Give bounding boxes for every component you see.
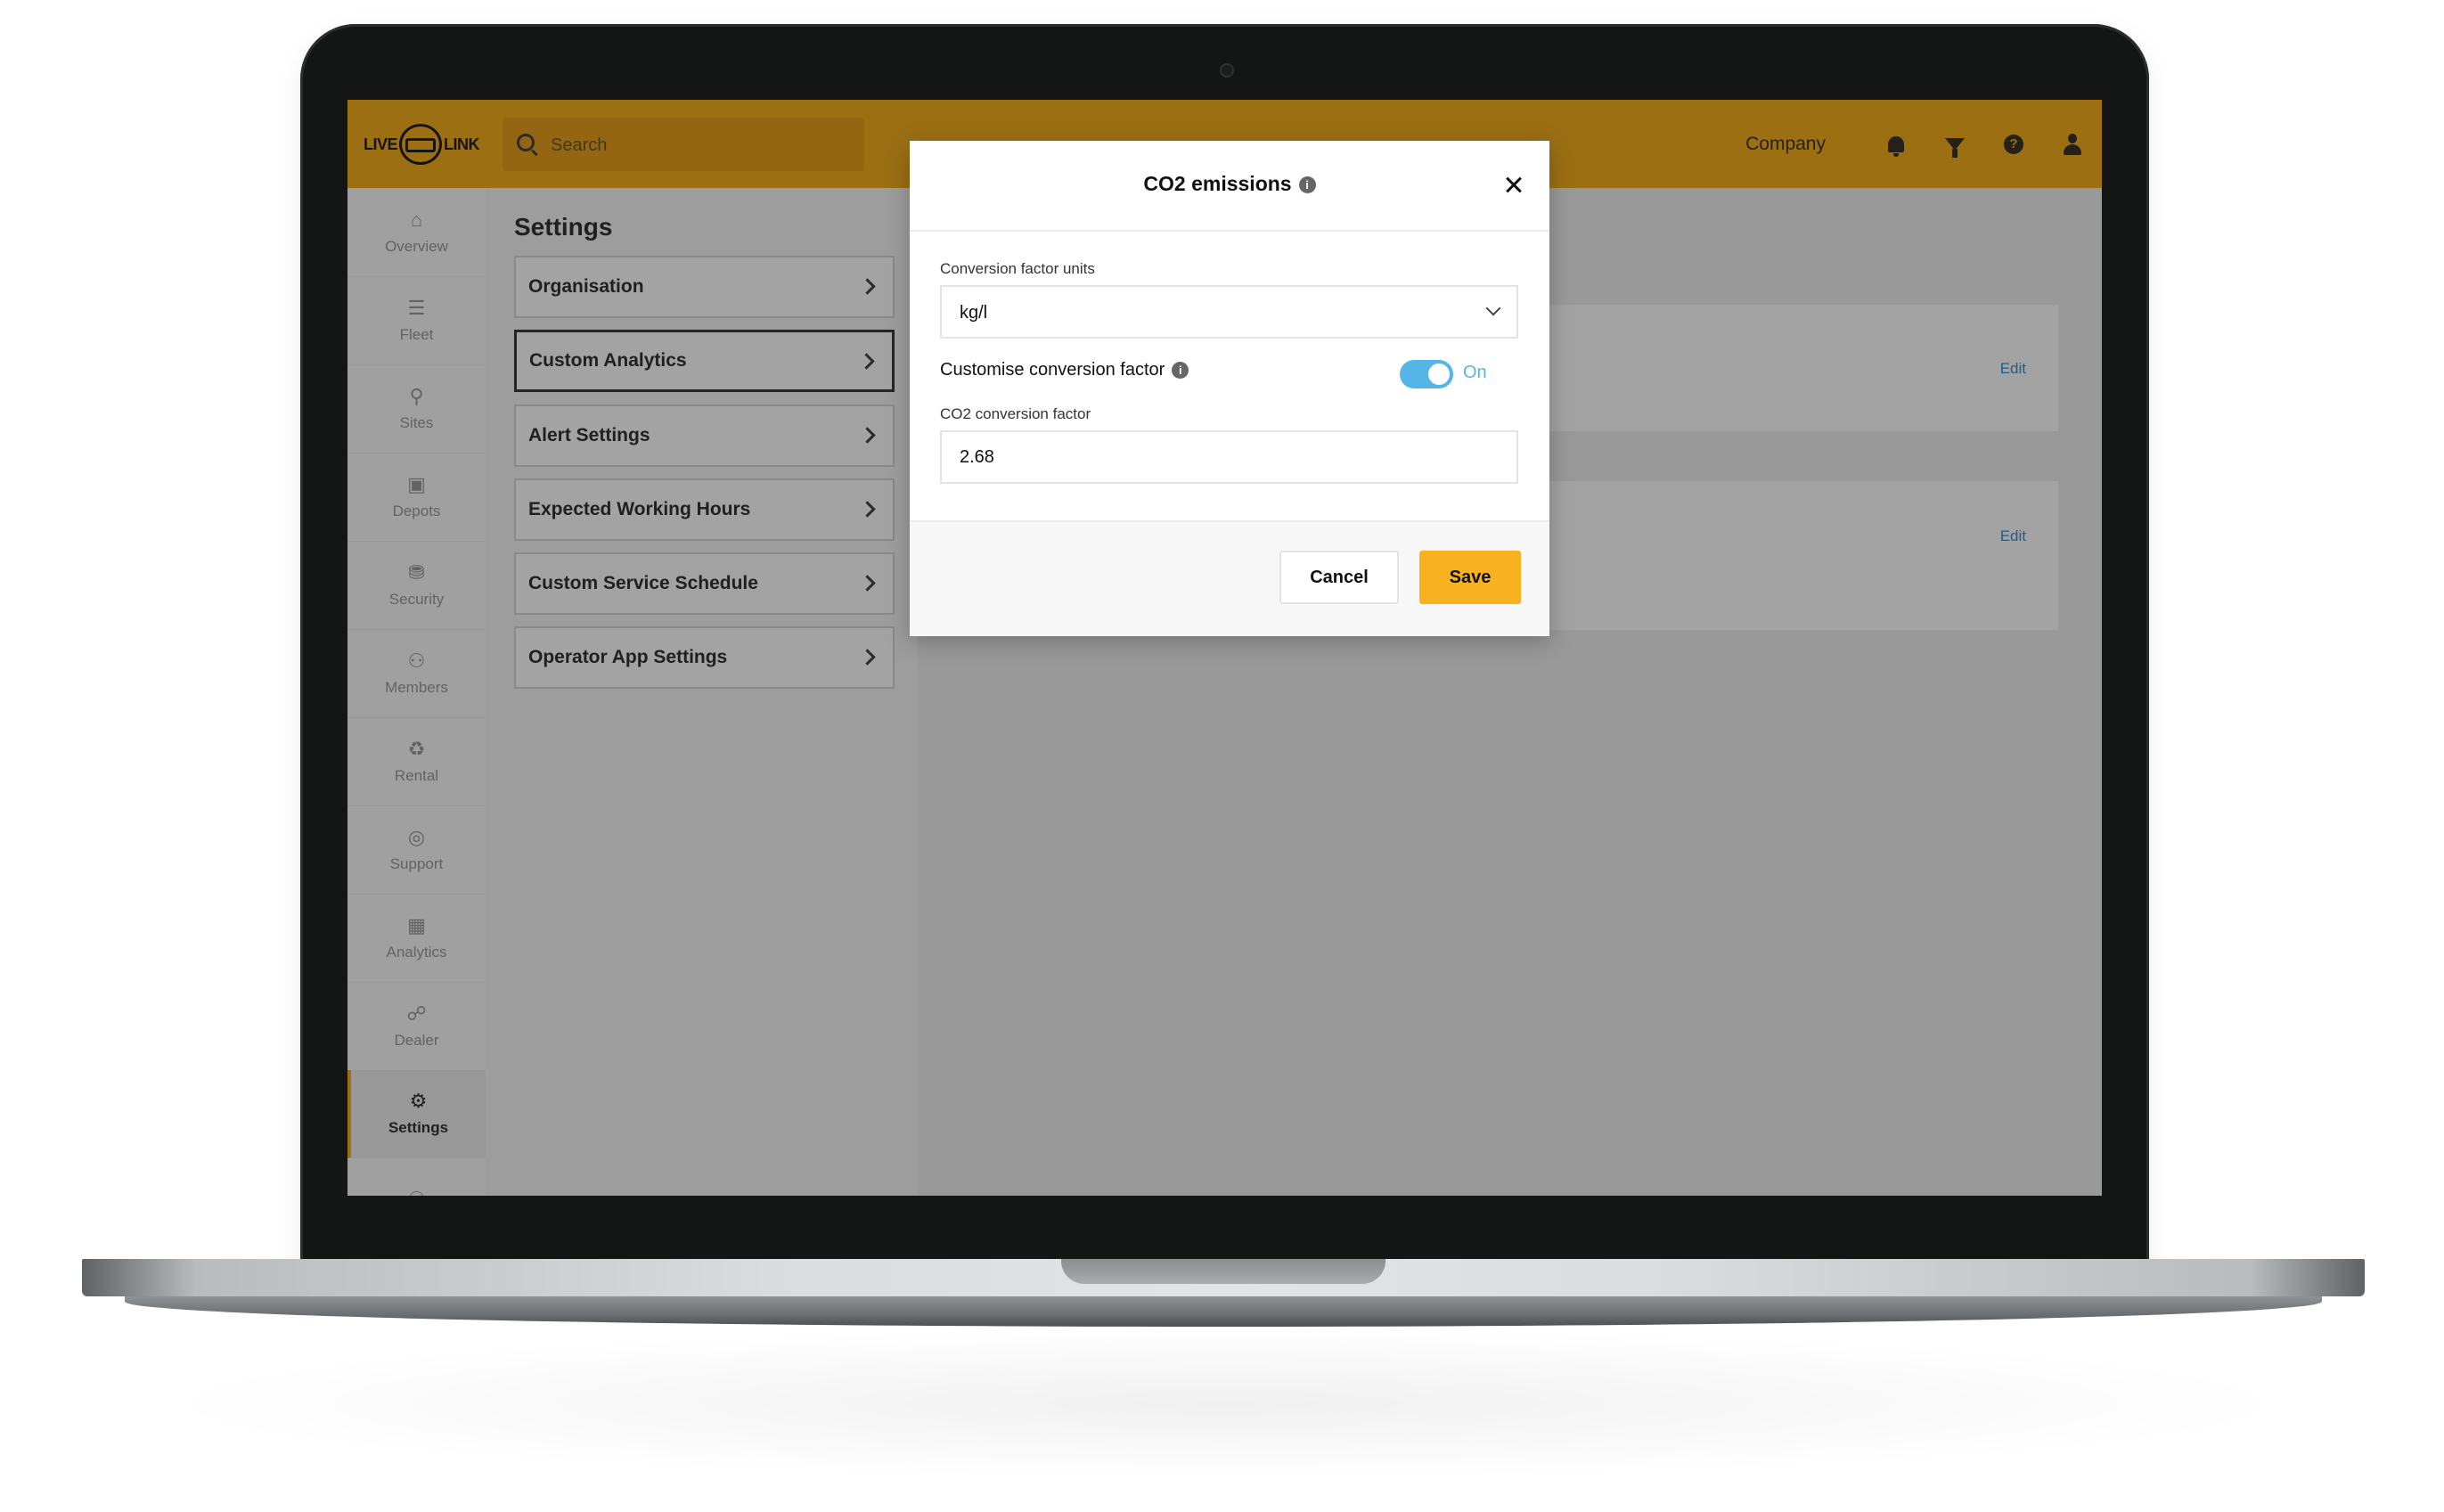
close-icon[interactable] xyxy=(1501,173,1526,198)
units-select[interactable]: kg/l xyxy=(940,285,1518,339)
modal-footer: Cancel Save xyxy=(910,520,1549,636)
modal-title-text: CO2 emissions xyxy=(1143,172,1292,195)
units-label: Conversion factor units xyxy=(940,260,1095,277)
toggle-knob xyxy=(1428,364,1450,385)
co2-factor-input[interactable] xyxy=(940,430,1518,484)
customise-factor-toggle[interactable] xyxy=(1400,360,1453,388)
modal-header: CO2 emissions i xyxy=(910,141,1549,232)
factor-label: CO2 conversion factor xyxy=(940,405,1091,422)
cancel-button[interactable]: Cancel xyxy=(1279,551,1399,604)
chevron-down-icon xyxy=(1485,300,1501,316)
toggle-state-label: On xyxy=(1463,363,1487,382)
webcam xyxy=(1220,63,1234,78)
customise-factor-label: Customise conversion factor i xyxy=(940,360,1189,380)
info-icon[interactable]: i xyxy=(1172,362,1189,380)
save-button[interactable]: Save xyxy=(1419,551,1521,604)
app-screen: LIVE LINK Company ? ⌂ Overview ☰ Fleet ⚲… xyxy=(347,100,2102,1196)
co2-emissions-modal: CO2 emissions i Conversion factor units k… xyxy=(910,141,1549,636)
laptop-shadow xyxy=(143,1328,2308,1479)
info-icon[interactable]: i xyxy=(1298,176,1316,194)
units-select-value: kg/l xyxy=(960,303,988,323)
laptop-notch xyxy=(1061,1259,1385,1284)
laptop-base-bottom xyxy=(125,1296,2322,1327)
customise-factor-text: Customise conversion factor xyxy=(940,360,1165,380)
modal-title: CO2 emissions i xyxy=(910,172,1549,196)
